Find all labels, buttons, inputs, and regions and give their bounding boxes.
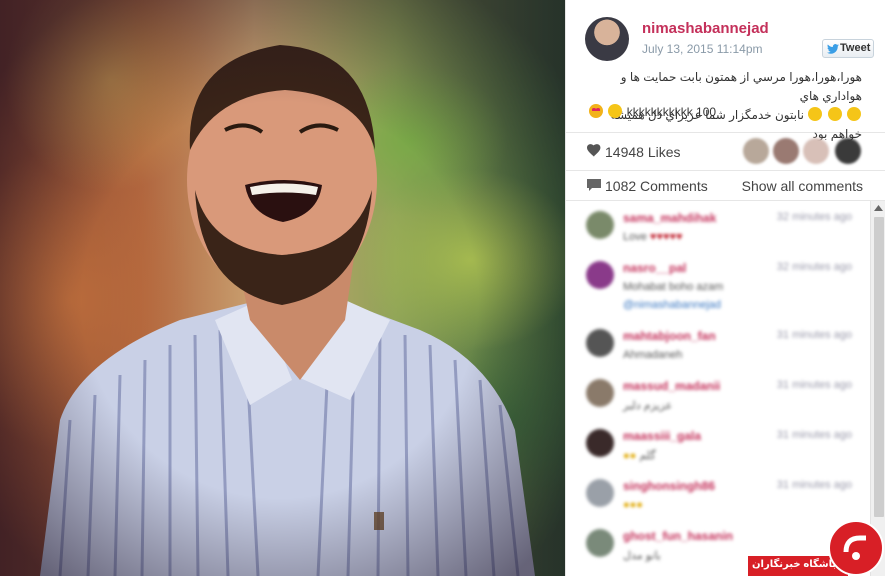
watermark-logo-icon (828, 520, 884, 576)
post-header: nimashabannejad July 13, 2015 11:14pm Tw… (566, 0, 885, 141)
list-item: nasro__pal 32 minutes ago Mohabat boho a… (566, 251, 870, 311)
comment-list: sama_mahdihak 32 minutes ago Love ♥♥♥♥♥ … (566, 201, 870, 576)
smile-emoji-icon (808, 107, 823, 121)
liker-avatar[interactable] (803, 138, 829, 164)
photo-vignette (0, 0, 565, 576)
liker-avatar[interactable] (743, 138, 769, 164)
twitter-bird-icon (827, 44, 839, 54)
avatar[interactable] (586, 379, 614, 407)
post-panel: nimashabannejad July 13, 2015 11:14pm Tw… (565, 0, 885, 576)
comment-time: 31 minutes ago (776, 429, 852, 441)
comment-time: 32 minutes ago (776, 261, 852, 273)
caption-line-1: هورا،هورا،هورا مرسي از همتون بابت حمايت … (620, 70, 862, 103)
avatar[interactable] (586, 261, 614, 289)
avatar[interactable] (586, 429, 614, 457)
comment-text: ●●● (623, 499, 643, 511)
heart-eyes-emoji-icon (589, 104, 603, 118)
comments-scrollbar[interactable] (870, 201, 885, 576)
tweet-label: Tweet (840, 42, 871, 54)
post-photo (0, 0, 565, 576)
comment-text-value: Love (623, 231, 647, 243)
comment-username[interactable]: maassiii_gala (623, 429, 701, 443)
comment-time: 31 minutes ago (776, 479, 852, 491)
caption-line-3-text: kkkkkkkkkkk 100 (626, 105, 717, 119)
smile-emoji-icon (608, 104, 623, 118)
show-all-comments-link[interactable]: Show all comments (742, 178, 863, 194)
comments-count: 1082 Comments (605, 178, 708, 194)
comment-mention[interactable]: @nimashabannejad (623, 299, 721, 311)
list-item: maassiii_gala 31 minutes ago ●● گلم (566, 419, 870, 469)
smile-emoji-icon (827, 107, 842, 121)
list-item: singhonsingh86 31 minutes ago ●●● (566, 469, 870, 519)
post-date: July 13, 2015 11:14pm (642, 42, 763, 56)
username-link[interactable]: nimashabannejad (642, 20, 769, 37)
list-item: mahtabjoon_fan 31 minutes ago Ahmadaneh (566, 319, 870, 369)
avatar[interactable] (586, 529, 614, 557)
comment-text: Ahmadaneh (623, 349, 683, 361)
comment-text: Love ♥♥♥♥♥ (623, 231, 683, 243)
comment-text: ●● گلم (623, 450, 656, 462)
tweet-button[interactable]: Tweet (822, 39, 874, 58)
comment-username[interactable]: nasro__pal (623, 261, 686, 275)
comment-username[interactable]: massud_madanii (623, 379, 720, 393)
comments-row: 1082 Comments Show all comments (566, 171, 885, 201)
avatar[interactable] (586, 329, 614, 357)
comment-text: Mohabat boho azam (623, 281, 724, 293)
comment-text: عزيزم دلبر (623, 400, 673, 412)
scroll-up-arrow-icon[interactable] (874, 205, 883, 211)
comment-username[interactable]: mahtabjoon_fan (623, 329, 716, 343)
list-item: sama_mahdihak 32 minutes ago Love ♥♥♥♥♥ (566, 201, 870, 251)
list-item: massud_madanii 31 minutes ago عزيزم دلبر (566, 369, 870, 419)
smile-emoji-icon (847, 107, 861, 121)
caption-line-3: kkkkkkkkkkk 100 (588, 104, 716, 119)
heart-icon[interactable] (587, 144, 601, 157)
comment-bubble-icon (587, 179, 601, 191)
comment-text: بانو مدل (623, 550, 661, 562)
comment-username[interactable]: sama_mahdihak (623, 211, 716, 225)
scrollbar-thumb[interactable] (874, 217, 884, 517)
watermark-text: باشگاه خبرنگاران (752, 559, 837, 570)
news-agency-logo-icon (843, 535, 866, 560)
comment-time: 32 minutes ago (776, 211, 852, 223)
liker-avatar[interactable] (773, 138, 799, 164)
comment-time: 31 minutes ago (776, 329, 852, 341)
likes-row: 14948 Likes (566, 133, 885, 171)
comment-time: 31 minutes ago (776, 379, 852, 391)
avatar[interactable] (586, 479, 614, 507)
liker-avatar[interactable] (835, 138, 861, 164)
avatar[interactable] (586, 211, 614, 239)
comment-username[interactable]: ghost_fun_hasanin (623, 529, 733, 543)
avatar[interactable] (585, 17, 629, 61)
comment-username[interactable]: singhonsingh86 (623, 479, 715, 493)
likes-count: 14948 Likes (605, 144, 681, 160)
comment-text-value: گلم (639, 450, 656, 462)
